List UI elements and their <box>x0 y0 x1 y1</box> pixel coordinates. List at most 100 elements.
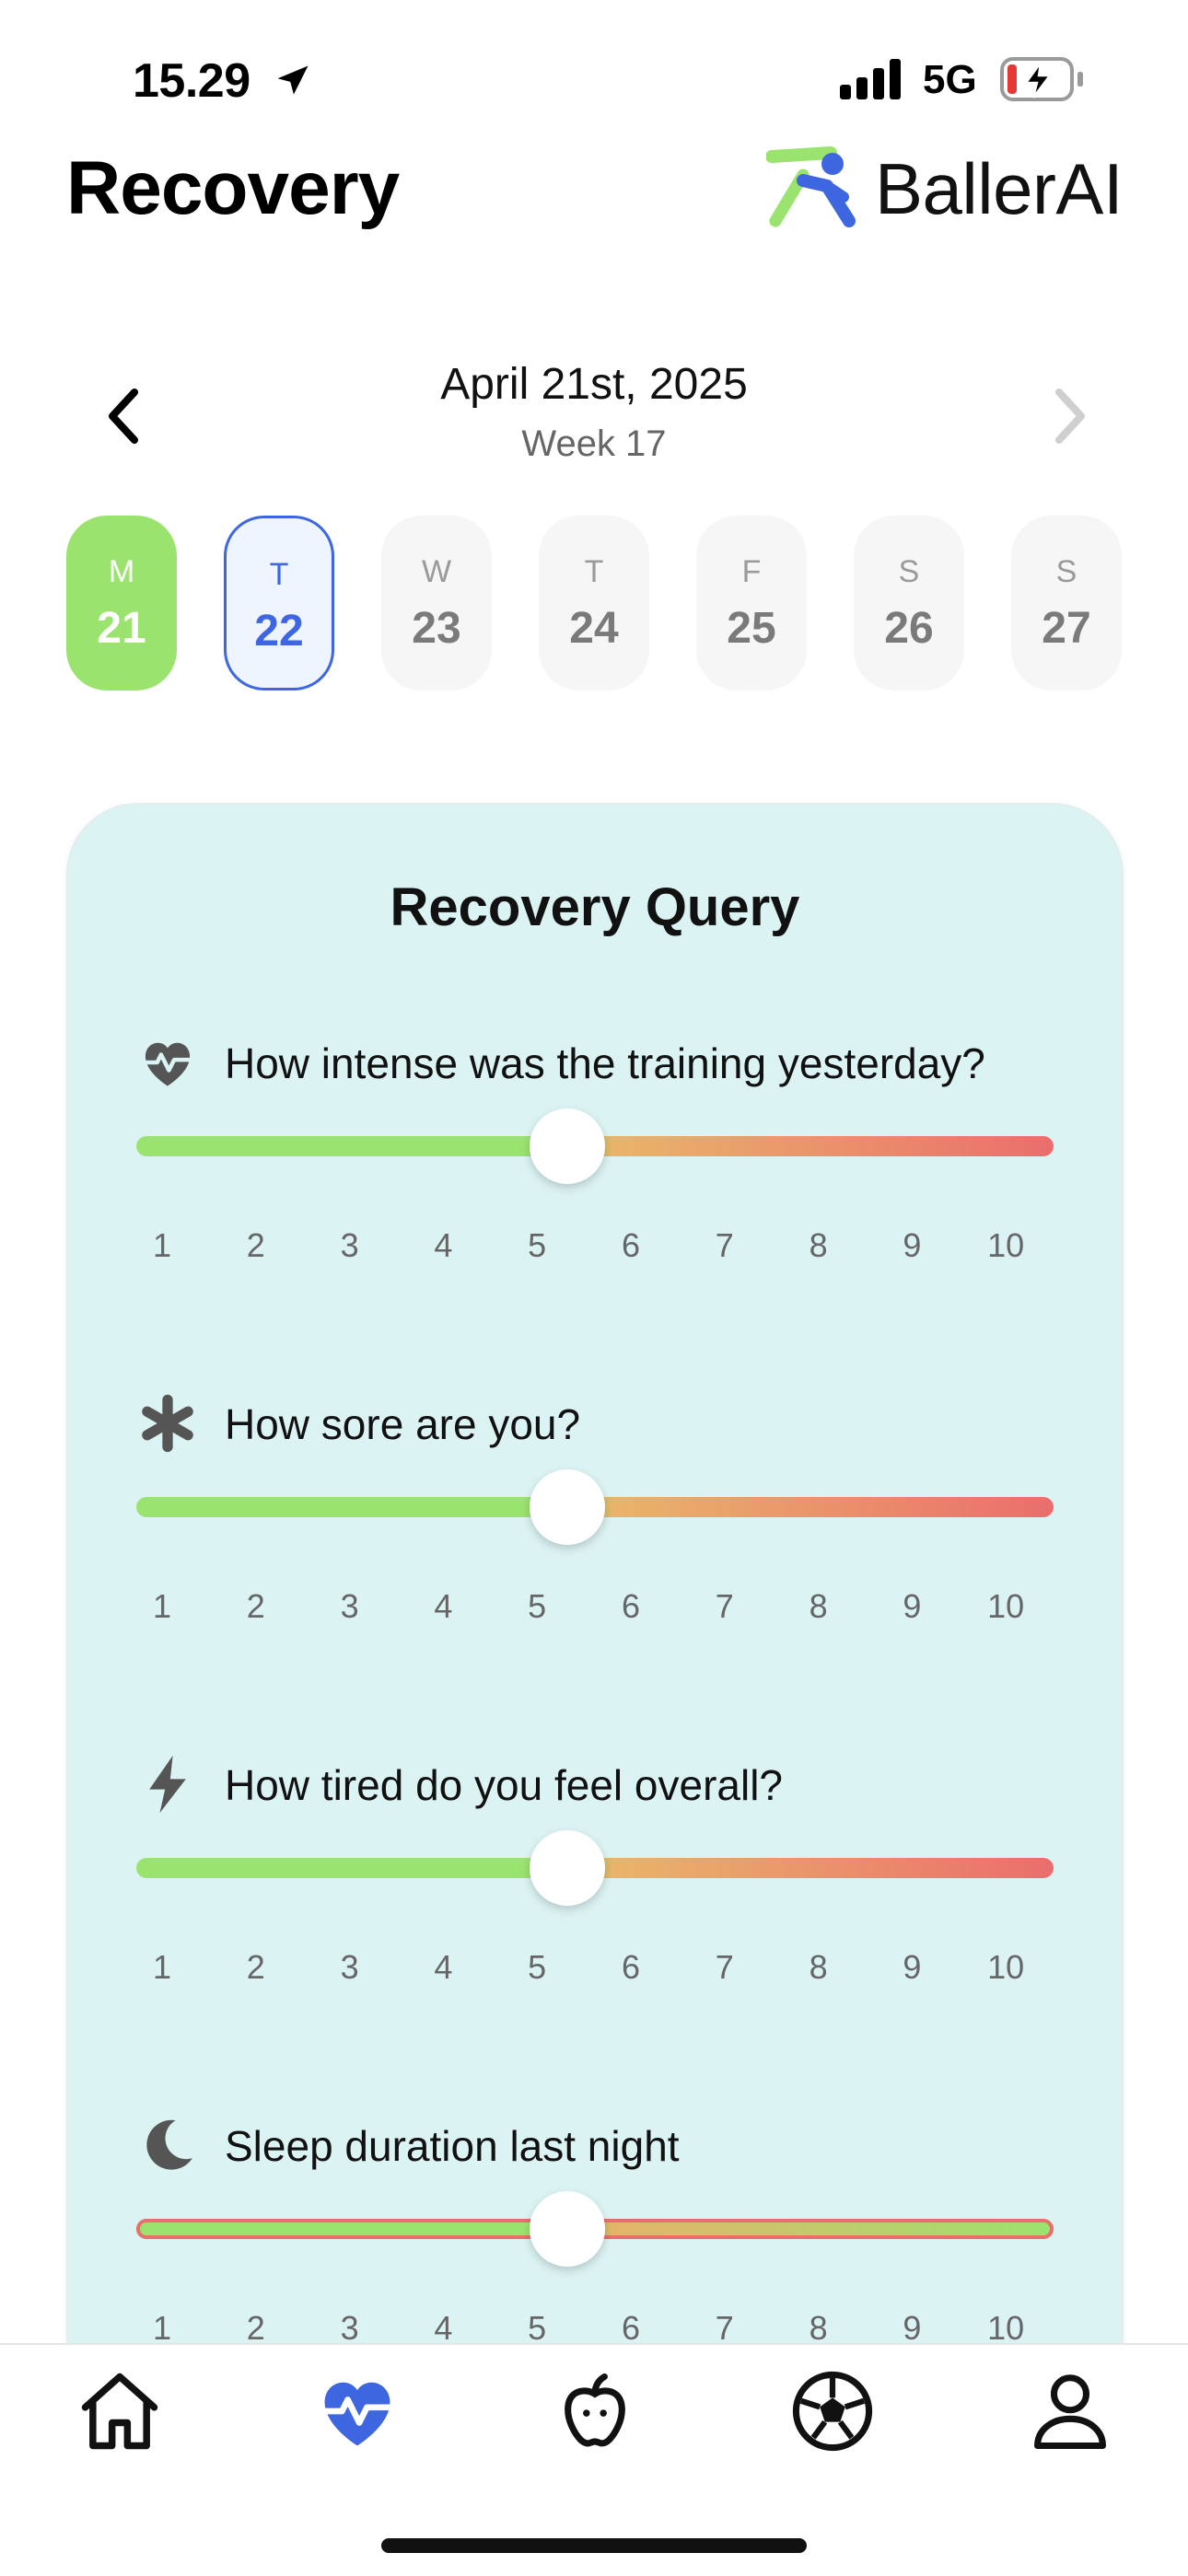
location-arrow-icon <box>277 65 309 95</box>
scale-label: 5 <box>528 1948 547 1986</box>
day-sunday[interactable]: S 27 <box>1011 516 1122 690</box>
apple-icon[interactable] <box>549 2365 641 2457</box>
tiredness-slider[interactable] <box>136 1830 1054 1906</box>
runner-logo-icon <box>766 146 856 227</box>
day-letter: F <box>741 554 762 589</box>
scale-labels: 1 2 3 4 5 6 7 8 9 10 <box>136 1948 1076 1994</box>
day-letter: W <box>421 554 452 589</box>
card-title: Recovery Query <box>390 877 800 937</box>
slider-knob[interactable] <box>529 1108 605 1184</box>
scale-label: 4 <box>434 1226 453 1264</box>
scale-label: 2 <box>246 1226 265 1264</box>
scale-label: 6 <box>621 1226 641 1264</box>
question-text: How sore are you? <box>225 1400 581 1448</box>
week-label: Week 17 <box>521 424 667 464</box>
scale-label: 10 <box>987 2309 1025 2347</box>
scale-label: 8 <box>809 2309 828 2347</box>
day-number: 24 <box>569 604 619 653</box>
intensity-slider[interactable] <box>136 1108 1054 1184</box>
question-text: Sleep duration last night <box>225 2122 680 2170</box>
battery-charging-low-icon <box>1000 57 1083 101</box>
scale-label: 5 <box>528 1587 547 1625</box>
slider-knob[interactable] <box>529 2191 605 2267</box>
scale-label: 3 <box>340 2309 359 2347</box>
question-soreness: How sore are you? 1 2 3 4 5 6 7 8 9 10 <box>68 1392 1122 1696</box>
heart-pulse-icon <box>144 1042 192 1086</box>
scale-label: 7 <box>715 1226 734 1264</box>
status-time: 15.29 <box>133 54 250 108</box>
home-icon[interactable] <box>74 2365 166 2457</box>
day-letter: M <box>108 554 135 589</box>
scale-label: 1 <box>152 1587 172 1625</box>
scale-label: 10 <box>987 1226 1025 1264</box>
scale-label: 7 <box>715 1587 734 1625</box>
signal-bars-icon <box>840 59 901 99</box>
day-letter: T <box>584 554 604 589</box>
scale-label: 3 <box>340 1587 359 1625</box>
day-saturday[interactable]: S 26 <box>854 516 964 690</box>
day-number: 22 <box>254 607 304 656</box>
scale-label: 6 <box>621 2309 641 2347</box>
scale-label: 9 <box>903 1587 922 1625</box>
current-date: April 21st, 2025 <box>440 360 748 409</box>
scale-label: 8 <box>809 1587 828 1625</box>
scale-label: 4 <box>434 2309 453 2347</box>
scale-label: 6 <box>621 1587 641 1625</box>
scale-label: 8 <box>809 1948 828 1986</box>
scale-labels: 1 2 3 4 5 6 7 8 9 10 <box>136 1587 1076 1633</box>
question-training-intensity: How intense was the training yesterday? … <box>68 1031 1122 1335</box>
scale-label: 5 <box>528 2309 547 2347</box>
day-number: 27 <box>1042 604 1091 653</box>
home-indicator <box>381 2538 807 2553</box>
scale-labels: 1 2 3 4 5 6 7 8 9 10 <box>136 1226 1076 1272</box>
scale-label: 4 <box>434 1587 453 1625</box>
day-letter: S <box>898 554 920 589</box>
scale-label: 10 <box>987 1587 1025 1625</box>
scale-label: 7 <box>715 1948 734 1986</box>
day-letter: S <box>1055 554 1077 589</box>
day-number: 25 <box>727 604 776 653</box>
day-wednesday[interactable]: W 23 <box>381 516 492 690</box>
scale-label: 9 <box>903 1948 922 1986</box>
page-title: Recovery <box>66 146 400 230</box>
question-text: How intense was the training yesterday? <box>225 1039 985 1087</box>
brand-name: BallerAI <box>875 148 1124 229</box>
scale-label: 1 <box>152 1948 172 1986</box>
scale-label: 1 <box>152 1226 172 1264</box>
soreness-slider[interactable] <box>136 1469 1054 1545</box>
day-monday[interactable]: M 21 <box>66 516 177 690</box>
scale-label: 1 <box>152 2309 172 2347</box>
question-tiredness: How tired do you feel overall? 1 2 3 4 5 6 7 8 9… <box>68 1753 1122 2057</box>
scale-label: 3 <box>340 1948 359 1986</box>
slider-knob[interactable] <box>529 1830 605 1906</box>
scale-label: 8 <box>809 1226 828 1264</box>
day-number: 21 <box>97 604 146 653</box>
day-number: 23 <box>412 604 461 653</box>
day-thursday[interactable]: T 24 <box>539 516 649 690</box>
scale-label: 9 <box>903 1226 922 1264</box>
chevron-right-icon[interactable] <box>1048 387 1092 446</box>
scale-label: 9 <box>903 2309 922 2347</box>
scale-label: 2 <box>246 2309 265 2347</box>
soccer-ball-icon[interactable] <box>786 2365 879 2457</box>
recovery-query-card: Recovery Query How intense was the train… <box>66 803 1124 2427</box>
day-tuesday[interactable]: T 22 <box>224 516 334 690</box>
asterisk-icon <box>142 1394 193 1453</box>
network-label: 5G <box>923 57 977 102</box>
person-icon[interactable] <box>1024 2365 1116 2457</box>
day-friday[interactable]: F 25 <box>696 516 807 690</box>
day-number: 26 <box>884 604 934 653</box>
scale-label: 2 <box>246 1587 265 1625</box>
scale-label: 3 <box>340 1226 359 1264</box>
slider-knob[interactable] <box>529 1469 605 1545</box>
scale-label: 4 <box>434 1948 453 1986</box>
scale-label: 10 <box>987 1948 1025 1986</box>
scale-label: 2 <box>246 1948 265 1986</box>
heart-pulse-icon[interactable] <box>311 2365 403 2457</box>
scale-label: 5 <box>528 1226 547 1264</box>
question-text: How tired do you feel overall? <box>225 1761 783 1809</box>
lightning-bolt-icon <box>149 1755 186 1814</box>
sleep-slider[interactable] <box>136 2191 1054 2267</box>
moon-icon <box>146 2119 192 2170</box>
scale-label: 6 <box>621 1948 641 1986</box>
